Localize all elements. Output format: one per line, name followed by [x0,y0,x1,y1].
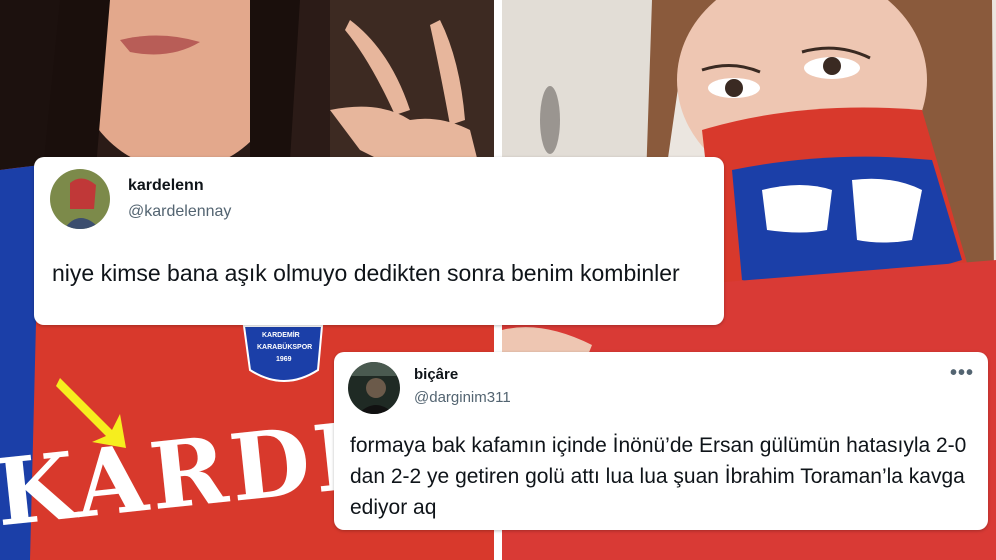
display-name[interactable]: kardelenn [128,177,204,195]
badge-text-2: KARABÜKSPOR [257,344,313,351]
more-options-icon[interactable]: ••• [950,362,974,385]
user-handle[interactable]: @darginim311 [414,389,511,406]
badge-text-1: KARDEMİR [262,332,300,339]
avatar[interactable] [50,169,110,229]
tweet-text: formaya bak kafamın içinde İnönü’de Ersa… [350,434,967,519]
tweet-card-bicare[interactable]: biçâre @darginim311 ••• formaya bak kafa… [334,352,988,530]
tweet-text: niye kimse bana aşık olmuyo dedikten son… [52,260,680,286]
display-name[interactable]: biçâre [414,366,458,383]
user-handle[interactable]: @kardelennay [128,203,231,221]
avatar[interactable] [348,362,400,414]
tweet-card-kardelenn[interactable]: kardelenn @kardelennay niye kimse bana a… [34,157,724,325]
badge-text-3: 1969 [276,356,292,363]
